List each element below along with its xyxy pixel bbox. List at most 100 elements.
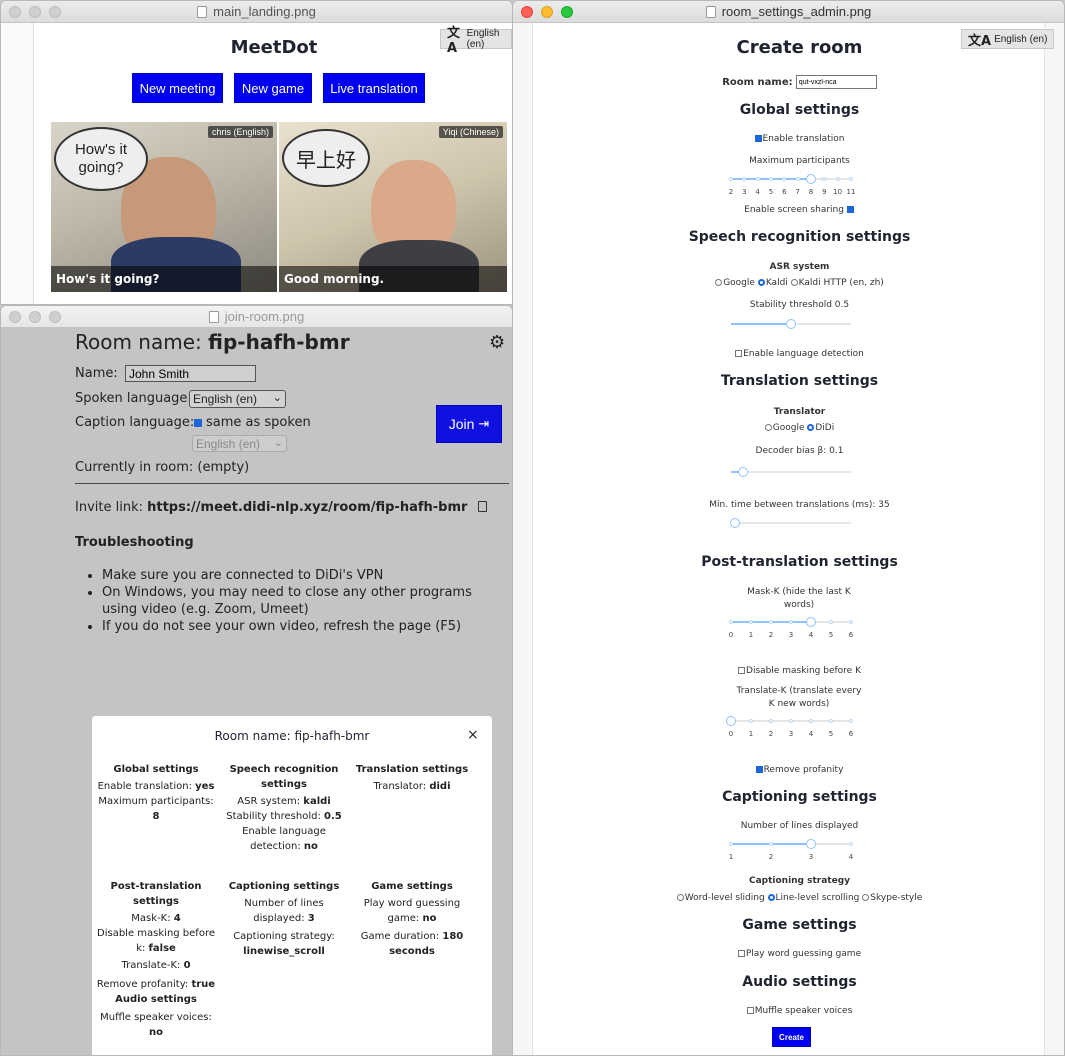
enable-translation-checkbox[interactable]: Enable translation <box>533 134 1064 144</box>
slider-handle[interactable] <box>730 518 741 528</box>
radio-icon[interactable] <box>807 424 815 431</box>
join-titlebar[interactable]: join-room.png <box>1 306 512 328</box>
slider-tick-label: 4 <box>808 631 814 639</box>
speech-settings-heading: Speech recognition settings <box>688 229 911 245</box>
caption-language-select[interactable]: English (en) ⌄ <box>192 435 287 452</box>
slider-tick <box>849 842 853 846</box>
radio-icon[interactable] <box>764 424 772 431</box>
zoom-icon[interactable] <box>49 311 61 323</box>
slider-handle[interactable] <box>806 617 816 627</box>
video-caption: How's it going? <box>51 266 277 292</box>
max-participants-slider[interactable]: 2 3 4 5 6 7 8 9 10 11 <box>729 174 855 196</box>
name-input[interactable] <box>125 365 256 382</box>
translate-icon: 文A <box>968 33 992 49</box>
language-detection-checkbox[interactable]: Enable language detection <box>533 349 1064 359</box>
decoder-bias-slider[interactable] <box>731 467 851 477</box>
landing-window: main_landing.png MeetDot 文A English (en) … <box>0 0 513 305</box>
screen-sharing-checkbox[interactable]: Enable screen sharing <box>533 205 1064 215</box>
slider-tick-label: 2 <box>768 631 774 639</box>
slider-tick-label: 7 <box>795 188 800 196</box>
video-tile-yiqi: 早上好 Yiqi (Chinese) Good morning. <box>279 122 507 292</box>
slider-tick <box>789 620 793 624</box>
room-name-input[interactable] <box>795 75 877 89</box>
slider-tick-label: 10 <box>833 188 843 196</box>
remove-profanity-checkbox[interactable]: Remove profanity <box>533 765 1064 775</box>
translator-radio-group[interactable]: Google DiDi <box>533 423 1064 433</box>
play-game-checkbox[interactable]: Play word guessing game <box>533 949 1064 959</box>
same-as-spoken-checkbox[interactable]: same as spoken <box>194 415 311 430</box>
currently-in-room: Currently in room: (empty) <box>75 460 250 475</box>
game-settings-heading: Game settings <box>742 917 857 933</box>
language-button[interactable]: 文A English (en) <box>961 29 1055 49</box>
gear-icon[interactable]: ⚙ <box>489 332 505 353</box>
radio-icon[interactable] <box>862 894 870 901</box>
modal-audio-settings: Audio settings <box>115 994 197 1005</box>
disable-masking-checkbox[interactable]: Disable masking before K <box>533 666 1064 676</box>
close-icon[interactable] <box>521 6 533 18</box>
slider-tick <box>829 719 833 723</box>
chevron-down-icon: ⌄ <box>273 437 283 449</box>
zoom-icon[interactable] <box>49 6 61 18</box>
slider-tick-label: 3 <box>788 730 794 738</box>
join-button[interactable]: Join ⇥ <box>436 405 502 443</box>
asr-heading: ASR system <box>769 262 830 272</box>
stability-slider[interactable] <box>731 319 851 329</box>
slider-tick <box>849 177 853 181</box>
minimize-icon[interactable] <box>29 6 41 18</box>
translation-settings-heading: Translation settings <box>720 373 879 389</box>
checkbox-icon <box>735 350 743 357</box>
min-time-label: Min. time between translations (ms): 35 <box>709 500 890 510</box>
close-icon[interactable]: × <box>467 727 479 743</box>
slider-tick-label: 5 <box>828 631 834 639</box>
live-translation-button[interactable]: Live translation <box>323 73 425 103</box>
checkbox-icon <box>746 1007 754 1014</box>
radio-icon[interactable] <box>767 894 775 901</box>
radio-icon[interactable] <box>757 279 765 286</box>
participant-tag: chris (English) <box>207 126 273 138</box>
slider-handle[interactable] <box>726 716 736 726</box>
decoder-bias-label: Decoder bias β: 0.1 <box>755 446 844 456</box>
strategy-radio-group[interactable]: Word-level sliding Line-level scrolling … <box>533 893 1064 903</box>
slider-tick-label: 4 <box>808 730 814 738</box>
slider-tick-label: 2 <box>728 188 734 196</box>
new-game-button[interactable]: New game <box>234 73 312 103</box>
translate-k-slider[interactable]: 0 1 2 3 4 5 6 <box>726 716 853 738</box>
slider-handle[interactable] <box>786 319 796 329</box>
slider-tick <box>729 842 733 846</box>
slider-tick-label: 0 <box>728 730 734 738</box>
asr-radio-group[interactable]: Google Kaldi Kaldi HTTP (en, zh) <box>533 278 1064 288</box>
file-icon <box>197 5 208 18</box>
min-time-slider[interactable] <box>730 518 851 528</box>
close-icon[interactable] <box>9 311 21 323</box>
landing-titlebar[interactable]: main_landing.png <box>1 1 512 23</box>
translate-k-label: Translate-K (translate every K new words… <box>736 686 862 709</box>
language-button[interactable]: 文A English (en) <box>440 26 512 56</box>
close-icon[interactable] <box>9 6 21 18</box>
window-title: join-room.png <box>224 309 305 324</box>
num-lines-slider[interactable]: 1 2 3 4 <box>729 839 853 861</box>
slider-handle[interactable] <box>806 839 816 849</box>
slider-tick-label: 11 <box>846 188 856 196</box>
strategy-heading: Captioning strategy <box>748 876 851 886</box>
audio-settings-heading: Audio settings <box>742 974 857 990</box>
spoken-language-select[interactable]: English (en) ⌄ <box>189 390 286 408</box>
muffle-checkbox[interactable]: Muffle speaker voices <box>533 1006 1064 1016</box>
slider-handle[interactable] <box>806 174 816 184</box>
slider-handle[interactable] <box>738 467 748 477</box>
new-meeting-button[interactable]: New meeting <box>132 73 223 103</box>
mask-k-slider[interactable]: 0 1 2 3 4 5 6 <box>729 617 853 639</box>
window-title: main_landing.png <box>213 4 316 19</box>
radio-icon[interactable] <box>715 279 723 286</box>
slider-tick-label: 4 <box>755 188 760 196</box>
checkbox-icon <box>754 135 762 142</box>
radio-icon[interactable] <box>790 279 798 286</box>
slider-tick-label: 2 <box>768 730 774 738</box>
chevron-down-icon: ⌄ <box>272 392 282 404</box>
radio-icon[interactable] <box>676 894 684 901</box>
copy-icon[interactable] <box>477 501 487 512</box>
create-button[interactable]: Create <box>772 1027 811 1047</box>
video-caption: Good morning. <box>279 266 507 292</box>
invite-url[interactable]: https://meet.didi-nlp.xyz/room/fip-hafh-… <box>147 500 467 515</box>
file-icon <box>208 310 219 323</box>
minimize-icon[interactable] <box>29 311 41 323</box>
